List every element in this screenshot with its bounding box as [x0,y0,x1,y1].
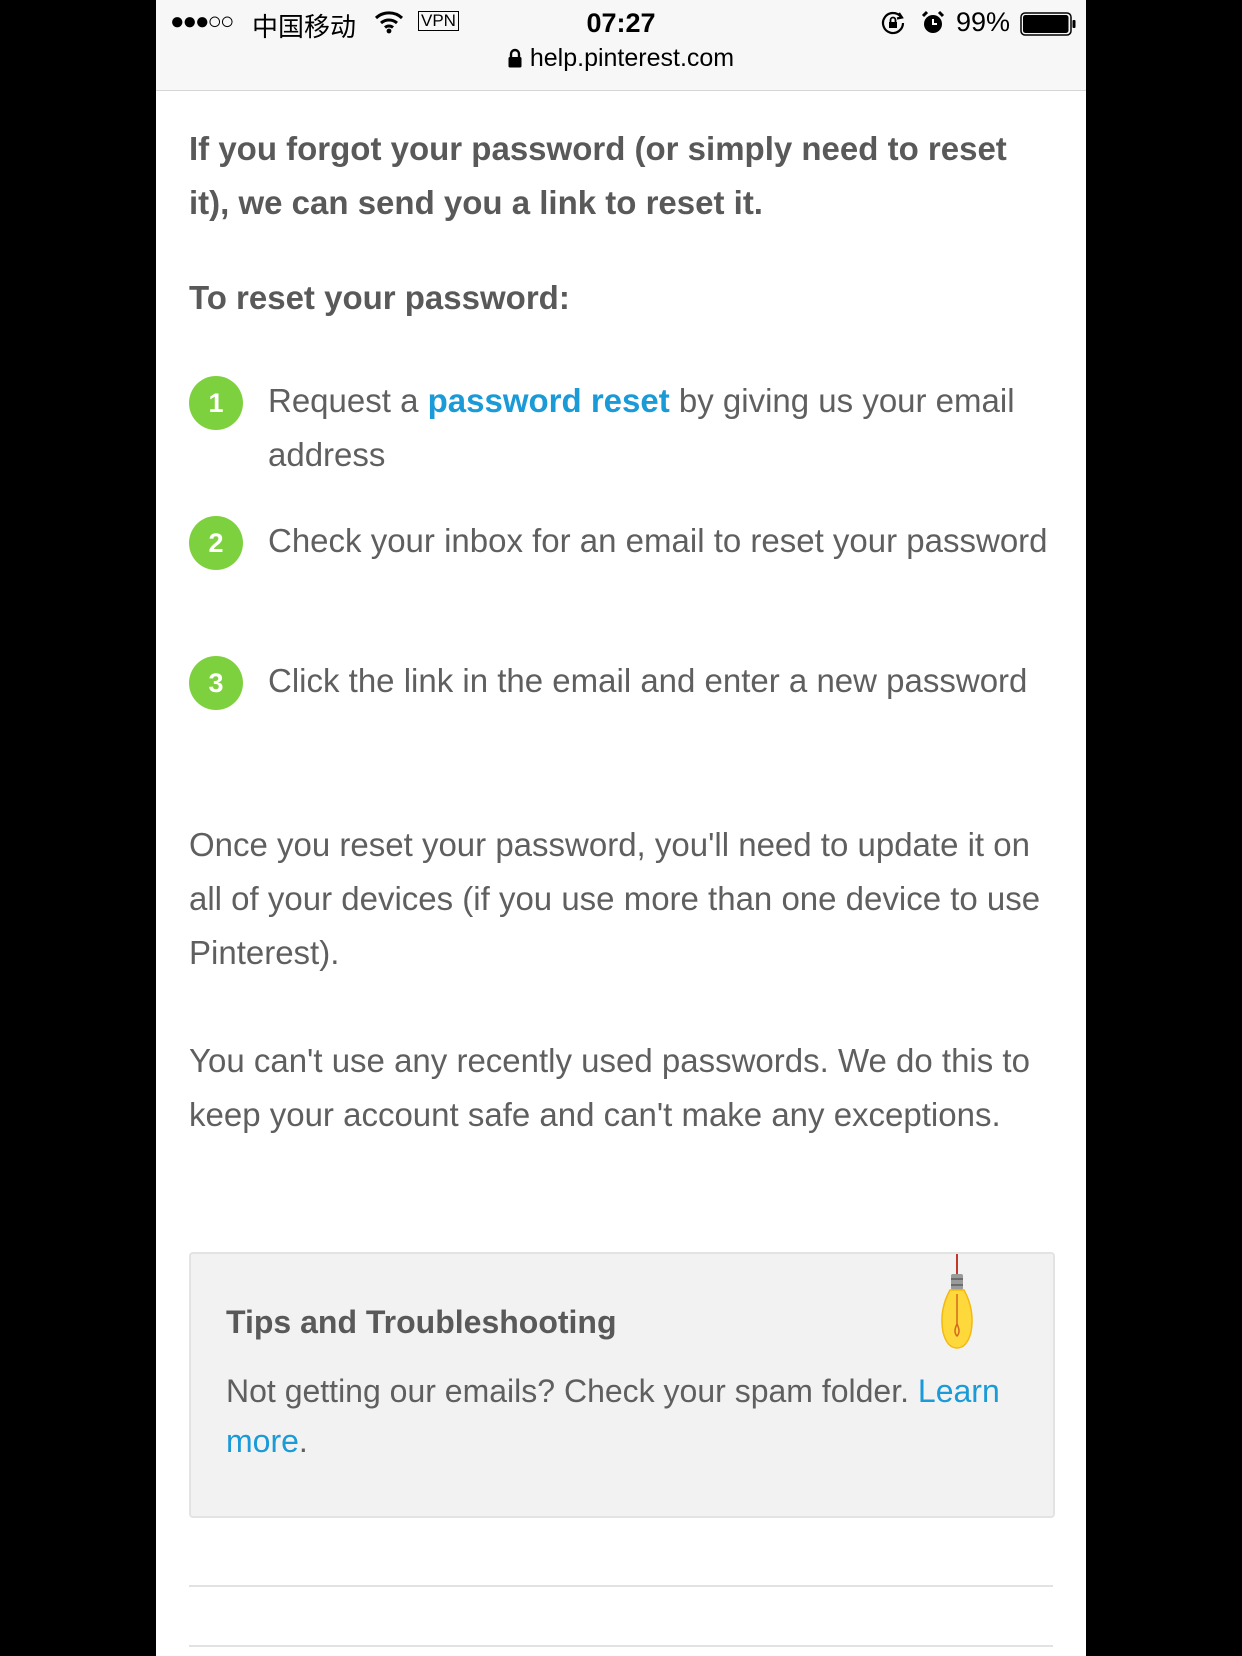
rotation-lock-icon [880,10,906,43]
battery-percent: 99% [956,7,1011,37]
phone-screen: ●●●○○ 中国移动 VPN 07:27 99% help.pinterest.… [156,0,1086,1656]
url-text: help.pinterest.com [529,44,735,72]
steps-heading: To reset your password: [189,279,570,316]
step-text-before: Request a [268,382,428,419]
alarm-icon [920,10,946,43]
battery-icon [1020,12,1076,43]
step-text: Request a password reset by giving us yo… [268,374,1058,482]
lock-icon [508,46,522,75]
step-text: Check your inbox for an email to reset y… [268,522,1048,559]
step-number-badge: 2 [189,516,243,570]
divider [189,1645,1053,1647]
password-reset-link[interactable]: password reset [428,382,670,419]
tips-body: Not getting our emails? Check your spam … [226,1366,1036,1466]
devices-paragraph: Once you reset your password, you'll nee… [189,826,1041,971]
step-text: Click the link in the email and enter a … [268,662,1028,699]
status-bar: ●●●○○ 中国移动 VPN 07:27 99% help.pinterest.… [156,0,1086,91]
divider [189,1585,1053,1587]
step-number-badge: 1 [189,376,243,430]
status-time: 07:27 [586,8,656,38]
recent-passwords-paragraph: You can't use any recently used password… [189,1042,1030,1133]
tips-text: Not getting our emails? Check your spam … [226,1373,918,1409]
tips-title: Tips and Troubleshooting [226,1304,617,1340]
tips-box: Tips and Troubleshooting Not getting our… [189,1252,1055,1518]
tips-trailing: . [298,1423,308,1459]
address-bar[interactable]: help.pinterest.com [156,44,1086,75]
step-number-badge: 3 [189,656,243,710]
intro-paragraph: If you forgot your password (or simply n… [189,130,1007,221]
lightbulb-icon [929,1254,985,1359]
